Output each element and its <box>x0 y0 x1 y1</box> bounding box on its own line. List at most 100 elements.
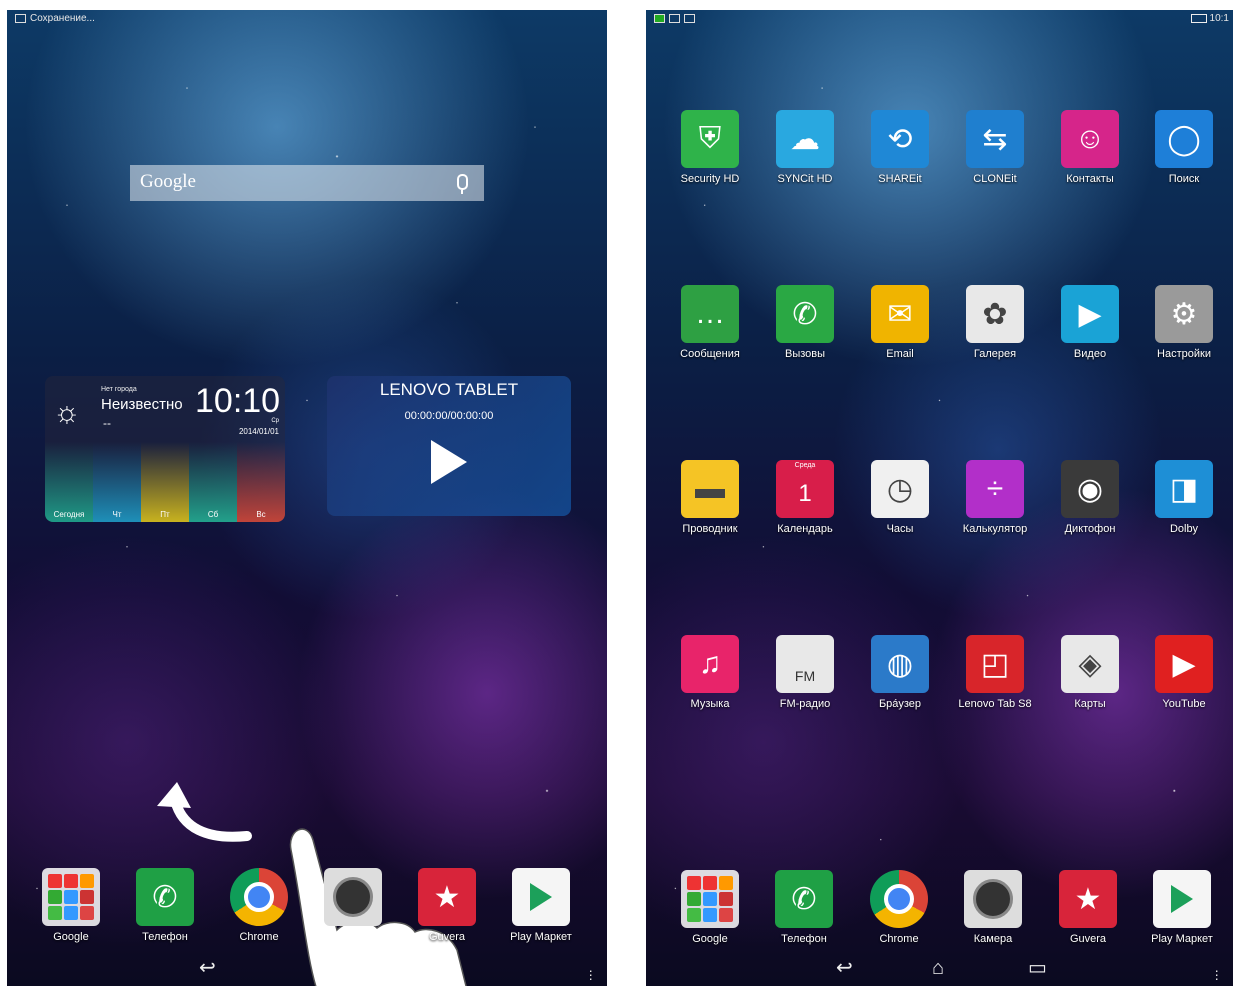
app-календарь[interactable]: Среда 1 Календарь <box>761 460 849 535</box>
app-shareit[interactable]: ⟲ SHAREit <box>856 110 944 185</box>
music-title: LENOVO TABLET <box>379 380 519 399</box>
screenshot-icon <box>15 13 26 23</box>
app-калькулятор[interactable]: ÷ Калькулятор <box>951 460 1039 535</box>
status-text: Сохранение... <box>30 13 95 24</box>
app-label: Калькулятор <box>962 523 1028 535</box>
google-logo: Google <box>140 171 196 192</box>
app-label: Play Маркет <box>510 931 572 943</box>
folder-icon <box>681 870 739 928</box>
app-icon: Среда 1 <box>776 460 834 518</box>
weather-clock-widget[interactable]: ☼ Нет города Неизвестно -- 10:10 Ср 2014… <box>45 376 285 522</box>
app-вызовы[interactable]: ✆ Вызовы <box>761 285 849 360</box>
sun-icon: ☼ <box>53 396 81 429</box>
app-label: Проводник <box>682 523 738 535</box>
app-icon: ☁ <box>776 110 834 168</box>
app-label: Dolby <box>1169 523 1199 535</box>
forecast-day: Пт <box>141 442 189 522</box>
date: 2014/01/01 <box>238 427 279 436</box>
app-fm-радио[interactable]: FM FM-радио <box>761 635 849 710</box>
app-icon: ▶ <box>1061 285 1119 343</box>
app-проводник[interactable]: ▬ Проводник <box>666 460 754 535</box>
app-icon: ▬ <box>681 460 739 518</box>
app-сообщения[interactable]: … Сообщения <box>666 285 754 360</box>
back-icon[interactable]: ↩ <box>836 955 853 980</box>
dock-app-guvera[interactable]: ★ Guvera <box>1044 870 1132 945</box>
app-icon: ◉ <box>1061 460 1119 518</box>
app-карты[interactable]: ◈ Карты <box>1046 635 1134 710</box>
app-бр-узер[interactable]: ◍ Брáузер <box>856 635 944 710</box>
app-grid: ⛨ Security HD ☁ SYNCit HD ⟲ SHAREit ⇆ CLONEit ☺ К… <box>646 10 1233 986</box>
camera-icon <box>964 870 1022 928</box>
app-label: Guvera <box>1069 933 1107 945</box>
app-label: Часы <box>886 523 914 535</box>
app-icon: ✉ <box>871 285 929 343</box>
dock-app-chrome[interactable]: Chrome <box>215 868 303 943</box>
menu-icon[interactable]: · · · <box>1214 963 1219 985</box>
app-label: FM-радио <box>779 698 831 710</box>
calendar-day-label: Среда <box>794 462 816 469</box>
play-store-icon <box>1153 870 1211 928</box>
app-контакты[interactable]: ☺ Контакты <box>1046 110 1134 185</box>
dock-app-chrome[interactable]: Chrome <box>855 870 943 945</box>
app-security-hd[interactable]: ⛨ Security HD <box>666 110 754 185</box>
app-icon: ◷ <box>871 460 929 518</box>
app-часы[interactable]: ◷ Часы <box>856 460 944 535</box>
dock-app-play-store[interactable]: Play Маркет <box>1138 870 1226 945</box>
star-icon: ★ <box>418 868 476 926</box>
app-lenovo-tab-s8[interactable]: ◰ Lenovo Tab S8 <box>951 635 1039 710</box>
app-видео[interactable]: ▶ Видео <box>1046 285 1134 360</box>
dock-app-camera[interactable] <box>309 868 397 931</box>
app-icon: ⇆ <box>966 110 1024 168</box>
app-музыка[interactable]: ♫ Музыка <box>666 635 754 710</box>
app-label: Play Маркет <box>1151 933 1213 945</box>
app-label: Контакты <box>1066 173 1114 185</box>
app-label: SYNCit HD <box>777 173 833 185</box>
app-icon: ♫ <box>681 635 739 693</box>
app-галерея[interactable]: ✿ Галерея <box>951 285 1039 360</box>
folder-icon <box>42 868 100 926</box>
app-icon: … <box>681 285 739 343</box>
menu-icon[interactable]: · · · <box>588 963 593 985</box>
dock-app-google-folder[interactable]: Google <box>666 870 754 945</box>
star-icon: ★ <box>1059 870 1117 928</box>
city-name: Неизвестно <box>101 396 183 413</box>
app-label: Камера <box>973 933 1013 945</box>
app-icon: ⟲ <box>871 110 929 168</box>
status-bar: Сохранение... <box>7 10 607 28</box>
app-диктофон[interactable]: ◉ Диктофон <box>1046 460 1134 535</box>
app-label: Брáузер <box>878 698 922 710</box>
app-syncit-hd[interactable]: ☁ SYNCit HD <box>761 110 849 185</box>
app-поиск[interactable]: ◯ Поиск <box>1140 110 1228 185</box>
app-icon: ☺ <box>1061 110 1119 168</box>
app-label: Карты <box>1074 698 1106 710</box>
app-label: Security HD <box>680 173 740 185</box>
music-widget[interactable]: LENOVO TABLET 00:00:00/00:00:00 <box>327 376 571 516</box>
play-icon[interactable] <box>431 440 467 484</box>
app-icon: ▶ <box>1155 635 1213 693</box>
dock-app-play-store[interactable]: Play Маркет <box>497 868 585 943</box>
app-youtube[interactable]: ▶ YouTube <box>1140 635 1228 710</box>
dock-app-phone[interactable]: ✆ Телефон <box>760 870 848 945</box>
app-icon: ⛨ <box>681 110 739 168</box>
app-label: YouTube <box>1162 698 1206 710</box>
app-label: Вызовы <box>784 348 826 360</box>
app-label: Телефон <box>142 931 188 943</box>
clock-time: 10:10 <box>195 382 281 420</box>
app-dolby[interactable]: ◨ Dolby <box>1140 460 1228 535</box>
dock-app-guvera[interactable]: ★ Guvera <box>403 868 491 943</box>
app-label: Галерея <box>973 348 1017 360</box>
app-email[interactable]: ✉ Email <box>856 285 944 360</box>
back-icon[interactable]: ↩ <box>199 955 216 980</box>
fm-label: FM <box>794 668 816 684</box>
app-label: Chrome <box>239 931 279 943</box>
dock-app-camera[interactable]: Камера <box>949 870 1037 945</box>
recent-apps-icon[interactable]: ▭ <box>1028 955 1047 980</box>
dock-app-google-folder[interactable]: Google <box>27 868 115 943</box>
google-search-bar[interactable]: Google <box>130 165 484 201</box>
dock-app-phone[interactable]: ✆ Телефон <box>121 868 209 943</box>
microphone-icon[interactable] <box>457 174 468 194</box>
app-cloneit[interactable]: ⇆ CLONEit <box>951 110 1039 185</box>
home-icon[interactable]: ⌂ <box>932 957 944 980</box>
forecast-day: Сб <box>189 442 237 522</box>
app-настройки[interactable]: ⚙ Настройки <box>1140 285 1228 360</box>
